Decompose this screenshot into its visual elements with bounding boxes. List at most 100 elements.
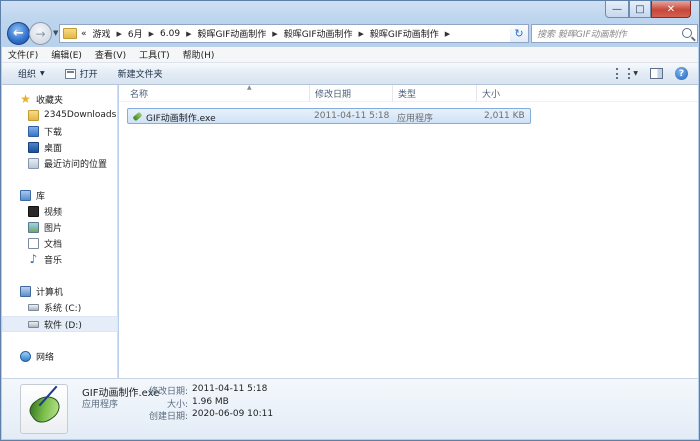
- file-size: 2,011 KB: [484, 111, 525, 121]
- sidebar-item-desktop[interactable]: 桌面: [2, 139, 118, 155]
- downloads-icon: [28, 125, 39, 137]
- file-modified: 2011-04-11 5:18: [314, 111, 390, 121]
- sidebar-item-computer[interactable]: 计算机: [2, 283, 118, 299]
- recent-pages-dropdown-icon[interactable]: ▼: [53, 29, 58, 37]
- sidebar-item-drive-d[interactable]: 软件 (D:): [2, 316, 118, 332]
- back-button[interactable]: ←: [7, 22, 30, 45]
- breadcrumb-separator-icon[interactable]: ▶: [117, 30, 122, 38]
- sidebar-item-label: 文档: [44, 239, 63, 250]
- details-created-value: 2020-06-09 10:11: [192, 409, 274, 419]
- search-icon[interactable]: [682, 28, 692, 38]
- view-options-dropdown-icon[interactable]: ▼: [633, 70, 638, 77]
- sidebar-item-label: 收藏夹: [36, 95, 64, 106]
- desktop-icon: [28, 141, 39, 153]
- help-icon[interactable]: ?: [675, 67, 688, 80]
- menu-tools[interactable]: 工具(T): [139, 48, 170, 61]
- sidebar-item-favorites[interactable]: ★ 收藏夹: [2, 91, 118, 107]
- address-bar[interactable]: « 游戏 ▶ 6月 ▶ 6.09 ▶ 毅晖GIF动画制作 ▶ 毅晖GIF动画制作…: [59, 24, 520, 43]
- sidebar-item-pictures[interactable]: 图片: [2, 219, 118, 235]
- breadcrumb-separator-icon[interactable]: ▶: [445, 30, 450, 38]
- column-header-size[interactable]: 大小: [477, 85, 532, 102]
- breadcrumb-overflow[interactable]: «: [81, 29, 87, 39]
- breadcrumb-separator-icon[interactable]: ▶: [359, 30, 364, 38]
- sidebar-item-label: 音乐: [44, 255, 63, 266]
- column-header-modified[interactable]: 修改日期: [310, 85, 393, 102]
- recent-places-icon: [28, 157, 39, 169]
- organize-button[interactable]: 组织 ▼: [18, 67, 45, 80]
- command-bar: 组织 ▼ 打开 新建文件夹 ▼ ?: [2, 63, 698, 85]
- sidebar-item-label: 2345Downloads: [44, 110, 117, 120]
- search-input[interactable]: 搜索 毅晖GIF动画制作: [531, 24, 698, 43]
- column-header-type[interactable]: 类型: [393, 85, 477, 102]
- menu-file[interactable]: 文件(F): [8, 48, 38, 61]
- drive-icon: [28, 320, 39, 328]
- breadcrumb: « 游戏 ▶ 6月 ▶ 6.09 ▶ 毅晖GIF动画制作 ▶ 毅晖GIF动画制作…: [81, 27, 456, 41]
- menu-edit[interactable]: 编辑(E): [51, 48, 82, 61]
- system-drive-icon: [28, 303, 39, 311]
- chevron-down-icon: ▼: [40, 70, 45, 77]
- folder-icon: [28, 109, 39, 121]
- forward-button[interactable]: →: [29, 22, 52, 45]
- sidebar-item-label: 桌面: [44, 143, 63, 154]
- column-header-name[interactable]: 名称 ▲: [125, 84, 310, 102]
- details-created-label: 创建日期:: [148, 412, 188, 422]
- computer-icon: [20, 285, 31, 297]
- breadcrumb-item[interactable]: 毅晖GIF动画制作: [370, 27, 439, 40]
- sidebar-item-music[interactable]: ♪ 音乐: [2, 251, 118, 267]
- document-icon: [28, 237, 39, 249]
- sidebar-item-label: 计算机: [36, 287, 64, 298]
- breadcrumb-item[interactable]: 游戏: [93, 27, 111, 40]
- sidebar-item-label: 软件 (D:): [44, 320, 82, 331]
- details-filetype: 应用程序: [82, 400, 119, 410]
- open-label: 打开: [79, 70, 98, 80]
- column-header-row: 名称 ▲ 修改日期 类型 大小: [119, 84, 698, 102]
- menu-view[interactable]: 查看(V): [95, 48, 126, 61]
- breadcrumb-separator-icon[interactable]: ▶: [149, 30, 154, 38]
- sidebar-item-documents[interactable]: 文档: [2, 235, 118, 251]
- refresh-button[interactable]: ↻: [510, 24, 529, 43]
- maximize-button[interactable]: □: [629, 1, 651, 18]
- open-button[interactable]: 打开: [64, 67, 98, 80]
- breadcrumb-item[interactable]: 毅晖GIF动画制作: [197, 27, 266, 40]
- folder-icon: [63, 28, 77, 39]
- close-button[interactable]: ✕: [651, 1, 691, 18]
- video-icon: [28, 205, 39, 217]
- sidebar-item-2345downloads[interactable]: 2345Downloads: [2, 107, 118, 123]
- sidebar-item-label: 图片: [44, 223, 63, 234]
- new-folder-button[interactable]: 新建文件夹: [118, 67, 163, 80]
- file-name: GIF动画制作.exe: [146, 114, 216, 124]
- breadcrumb-separator-icon[interactable]: ▶: [186, 30, 191, 38]
- column-label: 名称: [130, 90, 149, 100]
- explorer-window: — □ ✕ ← → ▼ « 游戏 ▶ 6月 ▶ 6.09 ▶ 毅晖GIF动画制作…: [0, 0, 700, 441]
- sidebar-item-recent-places[interactable]: 最近访问的位置: [2, 155, 118, 171]
- preview-pane-icon[interactable]: [650, 68, 663, 79]
- column-label: 修改日期: [315, 90, 352, 100]
- navigation-row: ← → ▼ « 游戏 ▶ 6月 ▶ 6.09 ▶ 毅晖GIF动画制作 ▶ 毅晖G…: [5, 21, 698, 47]
- sidebar-item-network[interactable]: 网络: [2, 348, 118, 364]
- menu-help[interactable]: 帮助(H): [183, 48, 215, 61]
- music-note-icon: ♪: [29, 251, 38, 266]
- view-controls: ▼ ?: [616, 67, 688, 80]
- organize-label: 组织: [18, 70, 37, 80]
- sidebar-item-videos[interactable]: 视频: [2, 203, 118, 219]
- sidebar-item-drive-c[interactable]: 系统 (C:): [2, 299, 118, 315]
- sidebar-item-label: 下载: [44, 127, 63, 138]
- sidebar-item-downloads[interactable]: 下载: [2, 123, 118, 139]
- pictures-icon: [28, 221, 39, 233]
- column-label: 大小: [482, 90, 501, 100]
- breadcrumb-item[interactable]: 6.09: [160, 29, 180, 39]
- breadcrumb-item[interactable]: 毅晖GIF动画制作: [284, 27, 353, 40]
- details-modified-value: 2011-04-11 5:18: [192, 384, 268, 394]
- sidebar-item-label: 视频: [44, 207, 63, 218]
- breadcrumb-item[interactable]: 6月: [128, 27, 143, 40]
- network-icon: [20, 350, 31, 362]
- sidebar-item-label: 网络: [36, 352, 55, 363]
- table-row[interactable]: GIF动画制作.exe 2011-04-11 5:18 应用程序 2,011 K…: [127, 108, 531, 124]
- change-view-icon[interactable]: [616, 68, 631, 79]
- sidebar-item-libraries[interactable]: 库: [2, 187, 118, 203]
- column-label: 类型: [398, 90, 417, 100]
- minimize-button[interactable]: —: [605, 1, 629, 18]
- sidebar-item-label: 系统 (C:): [44, 303, 82, 314]
- library-icon: [20, 189, 31, 201]
- breadcrumb-separator-icon[interactable]: ▶: [272, 30, 277, 38]
